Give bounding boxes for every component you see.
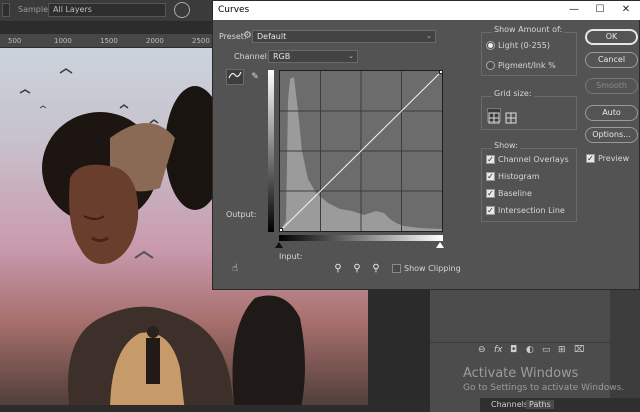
options-bar: Sample: All Layers bbox=[0, 0, 214, 22]
dialog-titlebar[interactable]: Curves — ☐ ✕ bbox=[213, 1, 640, 20]
pasteboard bbox=[368, 290, 430, 412]
pigment-radio[interactable] bbox=[486, 61, 495, 70]
gear-icon[interactable]: ⚙ bbox=[243, 30, 252, 41]
smooth-button[interactable]: Smooth bbox=[585, 78, 638, 94]
preset-dropdown[interactable]: Default ⌄ bbox=[252, 30, 436, 43]
light-radio[interactable] bbox=[486, 41, 495, 50]
intersection-line-checkbox[interactable]: ✓ bbox=[486, 206, 495, 215]
ruler-tick: 2000 bbox=[146, 37, 164, 45]
chevron-down-icon: ⌄ bbox=[348, 52, 354, 60]
sample-label: Sample: bbox=[18, 5, 51, 14]
photoshop-workspace: Sample: All Layers 500 1000 1500 2000 25… bbox=[0, 0, 640, 412]
pencil-tool[interactable]: ✎ bbox=[246, 69, 264, 85]
ruler-tick: 1500 bbox=[100, 37, 118, 45]
black-eyedropper-icon[interactable]: ⚲ bbox=[332, 263, 344, 275]
curve-point bbox=[277, 228, 283, 234]
black-point-slider[interactable] bbox=[275, 242, 283, 248]
histogram-checkbox[interactable]: ✓ bbox=[486, 172, 495, 181]
pencil-icon: ✎ bbox=[251, 72, 259, 82]
grid-detailed-icon bbox=[505, 112, 517, 124]
panel-tabs: Channels Paths bbox=[480, 398, 640, 412]
target-adjustment-hand-icon[interactable]: ☝ bbox=[229, 263, 241, 275]
tab-channels[interactable]: Channels bbox=[488, 400, 531, 409]
preview-checkbox[interactable]: ✓ bbox=[586, 154, 595, 163]
ruler-tick: 2500 bbox=[192, 37, 210, 45]
ok-button[interactable]: OK bbox=[585, 29, 638, 45]
input-label: Input: bbox=[279, 252, 303, 261]
canvas-horizontal-scrollbar[interactable] bbox=[0, 405, 430, 412]
curves-graph[interactable] bbox=[277, 68, 445, 234]
tab-paths[interactable]: Paths bbox=[526, 400, 554, 409]
ruler-tick: 1000 bbox=[54, 37, 72, 45]
intersection-line-label: Intersection Line bbox=[498, 206, 565, 215]
dialog-title: Curves bbox=[218, 5, 250, 15]
channel-dropdown[interactable]: RGB ⌄ bbox=[268, 50, 358, 63]
maximize-button[interactable]: ☐ bbox=[593, 3, 607, 17]
grid-10x10-button[interactable] bbox=[504, 108, 518, 124]
white-point-slider[interactable] bbox=[436, 242, 444, 248]
curve-wave-icon bbox=[228, 71, 242, 79]
channel-overlays-label: Channel Overlays bbox=[498, 155, 569, 164]
close-button[interactable]: ✕ bbox=[619, 3, 633, 17]
baseline-label: Baseline bbox=[498, 189, 532, 198]
fx-icon[interactable]: fx bbox=[494, 345, 503, 355]
show-amount-title: Show Amount of: bbox=[492, 25, 565, 34]
output-gradient-bar bbox=[268, 70, 274, 232]
white-eyedropper-icon[interactable]: ⚲ bbox=[370, 263, 382, 275]
pigment-radio-label: Pigment/Ink % bbox=[498, 61, 556, 70]
options-button[interactable]: Options... bbox=[585, 127, 638, 143]
link-icon[interactable]: ⊖ bbox=[478, 345, 486, 355]
horizontal-ruler: 500 1000 1500 2000 2500 bbox=[0, 34, 214, 48]
channel-value: RGB bbox=[273, 52, 291, 61]
input-gradient-bar bbox=[279, 235, 443, 241]
histogram-label: Histogram bbox=[498, 172, 540, 181]
auto-button[interactable]: Auto bbox=[585, 105, 638, 121]
grid-4x4-button[interactable] bbox=[487, 108, 501, 124]
sample-dropdown[interactable]: All Layers bbox=[48, 3, 166, 17]
show-clipping-checkbox[interactable] bbox=[392, 264, 401, 273]
preview-label: Preview bbox=[598, 154, 630, 163]
light-radio-label: Light (0-255) bbox=[498, 41, 550, 50]
output-label: Output: bbox=[226, 210, 257, 219]
document-tab-bar bbox=[0, 22, 214, 34]
trash-icon[interactable]: ⌧ bbox=[574, 345, 584, 355]
channel-label: Channel: bbox=[234, 52, 270, 61]
layers-panel-footer: ⊖ fx ◘ ◐ ▭ ⊞ ⌧ bbox=[430, 342, 610, 358]
show-title: Show: bbox=[492, 141, 520, 150]
ruler-tick: 500 bbox=[8, 37, 22, 45]
curve-plot bbox=[277, 68, 445, 234]
grid-simple-icon bbox=[488, 112, 500, 124]
new-layer-icon[interactable]: ⊞ bbox=[558, 345, 566, 355]
mask-icon[interactable]: ◘ bbox=[510, 345, 517, 355]
adjustment-icon[interactable]: ◐ bbox=[526, 345, 534, 355]
curve-point bbox=[439, 68, 445, 74]
minimize-button[interactable]: — bbox=[567, 3, 581, 17]
activation-watermark: Activate Windows Go to Settings to activ… bbox=[463, 366, 624, 393]
sample-value: All Layers bbox=[53, 5, 92, 14]
cancel-button[interactable]: Cancel bbox=[585, 52, 638, 68]
sample-ring-icon[interactable] bbox=[174, 2, 190, 18]
show-clipping-label: Show Clipping bbox=[404, 264, 461, 273]
watermark-subtitle: Go to Settings to activate Windows. bbox=[463, 383, 625, 393]
channel-overlays-checkbox[interactable]: ✓ bbox=[486, 155, 495, 164]
gray-eyedropper-icon[interactable]: ⚲ bbox=[351, 263, 363, 275]
grid-size-title: Grid size: bbox=[492, 89, 534, 98]
chevron-down-icon: ⌄ bbox=[426, 32, 432, 40]
folder-icon[interactable]: ▭ bbox=[542, 345, 551, 355]
curve-point-tool[interactable] bbox=[226, 69, 244, 85]
baseline-checkbox[interactable]: ✓ bbox=[486, 189, 495, 198]
watermark-title: Activate Windows bbox=[463, 366, 579, 381]
preset-value: Default bbox=[257, 32, 287, 41]
tool-preset-dropdown[interactable] bbox=[2, 3, 10, 17]
